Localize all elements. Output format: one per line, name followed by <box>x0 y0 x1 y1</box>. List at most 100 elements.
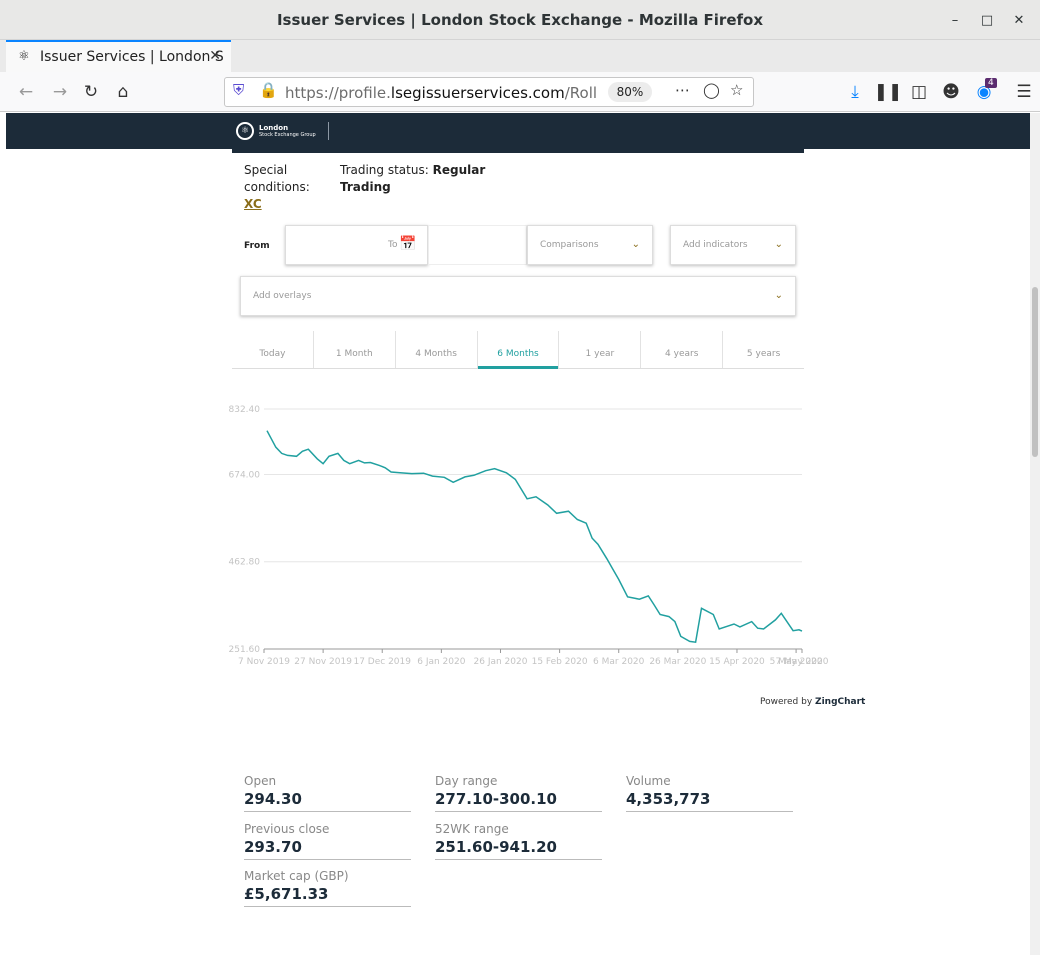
overlays-label: Add overlays <box>253 291 312 301</box>
period-tab-today[interactable]: Today <box>232 331 314 368</box>
lseg-header: ⚛ London Stock Exchange Group <box>6 113 1030 149</box>
window-titlebar: Issuer Services | London Stock Exchange … <box>0 0 1040 40</box>
scrollbar-thumb[interactable] <box>1032 287 1038 457</box>
stat-previous-close: Previous close 293.70 <box>244 821 411 860</box>
y-tick-label: 832.40 <box>229 405 261 415</box>
x-tick-label: 26 Mar 2020 <box>649 657 706 667</box>
menu-icon[interactable]: ☰ <box>1012 80 1036 104</box>
close-window-button[interactable]: ✕ <box>1006 10 1032 30</box>
downloads-icon[interactable]: ⤓ <box>843 80 867 104</box>
library-icon[interactable]: ❚❚ <box>874 80 903 104</box>
stat-volume: Volume 4,353,773 <box>626 773 793 812</box>
stat-label: Volume <box>626 774 671 788</box>
period-tab-4-months[interactable]: 4 Months <box>396 331 478 368</box>
tab-title: Issuer Services | London S <box>40 49 224 65</box>
zingchart-brand[interactable]: ZingChart <box>815 697 865 707</box>
tab-bar: ⚛ Issuer Services | London S ✕ <box>0 40 1040 72</box>
home-icon[interactable]: ⌂ <box>111 80 135 104</box>
back-icon[interactable]: ← <box>14 80 38 104</box>
notification-badge: 4 <box>985 78 997 88</box>
bookmark-star-icon[interactable]: ☆ <box>730 81 743 99</box>
special-conditions-link[interactable]: XC <box>244 197 262 211</box>
powered-by[interactable]: Powered by ZingChart <box>760 697 865 707</box>
x-tick-label: 6 Jan 2020 <box>417 657 465 667</box>
stat-label: Open <box>244 774 277 788</box>
x-tick-label: 15 Apr 2020 <box>709 657 765 667</box>
account-icon[interactable]: ☻ <box>939 80 963 104</box>
stat-label: Day range <box>435 774 498 788</box>
stat-value: 251.60-941.20 <box>435 838 557 856</box>
maximize-button[interactable]: □ <box>974 10 1000 30</box>
x-tick-label: 17 Dec 2019 <box>353 657 411 667</box>
lseg-crest-icon: ⚛ <box>236 122 254 140</box>
x-tick-label: 15 Feb 2020 <box>532 657 588 667</box>
indicators-label: Add indicators <box>683 240 748 250</box>
special-conditions-label: Special conditions: <box>244 163 310 194</box>
stat-day-range: Day range 277.10-300.10 <box>435 773 602 812</box>
period-tab-1-month[interactable]: 1 Month <box>314 331 396 368</box>
trading-status-value-2: Trading <box>340 180 391 194</box>
page-viewport: ⚛ London Stock Exchange Group Special co… <box>0 113 1030 955</box>
to-date-input[interactable] <box>428 225 527 265</box>
lock-icon[interactable]: 🔒 <box>259 81 278 99</box>
comparisons-label: Comparisons <box>540 240 599 250</box>
logo-line1: London <box>259 123 289 132</box>
chevron-down-icon: ⌄ <box>631 239 640 250</box>
tab-close-icon[interactable]: ✕ <box>209 48 221 64</box>
stat-value: 294.30 <box>244 790 302 808</box>
trading-status-value: Regular <box>432 163 486 177</box>
y-tick-label: 251.60 <box>229 645 261 655</box>
stat-market-cap-gbp: Market cap (GBP) £5,671.33 <box>244 868 411 907</box>
logo-line2: Stock Exchange Group <box>259 131 316 138</box>
stat-52wk-range: 52WK range 251.60-941.20 <box>435 821 602 860</box>
comparisons-select[interactable]: Comparisons ⌄ <box>527 225 653 265</box>
browser-tab[interactable]: ⚛ Issuer Services | London S ✕ <box>6 40 231 72</box>
stat-value: £5,671.33 <box>244 885 329 903</box>
minimize-button[interactable]: – <box>942 10 968 30</box>
x-tick-label: 7 Nov 2019 <box>238 657 290 667</box>
trading-status: Trading status: Regular Trading <box>340 162 485 196</box>
powered-by-text: Powered by <box>760 697 813 707</box>
forward-icon[interactable]: → <box>48 80 72 104</box>
url-text[interactable]: https://profile.lsegissuerservices.com/R… <box>285 84 597 102</box>
lseg-logo[interactable]: ⚛ London Stock Exchange Group <box>236 122 329 140</box>
period-tab-6-months[interactable]: 6 Months <box>477 331 560 369</box>
stat-open: Open 294.30 <box>244 773 411 812</box>
chevron-down-icon: ⌄ <box>774 290 783 301</box>
y-tick-label: 462.80 <box>229 558 261 568</box>
price-series-line <box>266 430 803 644</box>
period-tab-5-years[interactable]: 5 years <box>723 331 804 368</box>
to-label: To <box>388 240 398 250</box>
window-title: Issuer Services | London Stock Exchange … <box>276 10 764 29</box>
reload-icon[interactable]: ↻ <box>79 80 103 104</box>
stat-value: 4,353,773 <box>626 790 711 808</box>
stat-value: 277.10-300.10 <box>435 790 557 808</box>
calendar-icon[interactable]: 📅 <box>399 236 416 252</box>
sidebar-icon[interactable]: ◫ <box>907 80 931 104</box>
x-tick-label: 7 May 2020 <box>776 657 829 667</box>
overlays-select[interactable]: Add overlays ⌄ <box>240 276 796 316</box>
chevron-down-icon: ⌄ <box>774 239 783 250</box>
from-date-input[interactable]: To 📅 <box>285 225 428 265</box>
page-scrollbar[interactable] <box>1030 113 1040 955</box>
pocket-icon[interactable]: ◯ <box>703 81 720 99</box>
stat-value: 293.70 <box>244 838 302 856</box>
x-tick-label: 27 Nov 2019 <box>294 657 352 667</box>
zoom-indicator[interactable]: 80% <box>608 82 652 102</box>
price-chart: 832.40 674.00 462.80 251.60 7 Nov 2019 27 Nov… <box>229 405 829 667</box>
special-conditions: Special conditions: XC <box>244 162 324 213</box>
stat-label: Previous close <box>244 822 330 836</box>
indicators-select[interactable]: Add indicators ⌄ <box>670 225 796 265</box>
period-tab-1-year[interactable]: 1 year <box>559 331 642 368</box>
from-label: From <box>244 241 270 251</box>
page-actions-icon[interactable]: ⋯ <box>675 81 690 99</box>
y-tick-label: 674.00 <box>229 470 261 480</box>
lseg-favicon-icon: ⚛ <box>18 49 30 64</box>
tracking-protection-icon[interactable]: ⛨ <box>233 81 244 99</box>
stat-label: Market cap (GBP) <box>244 869 349 883</box>
stat-label: 52WK range <box>435 822 509 836</box>
url-bar[interactable]: ⛨ 🔒 https://profile.lsegissuerservices.c… <box>224 77 754 107</box>
navigation-toolbar: ← → ↻ ⌂ ⛨ 🔒 https://profile.lsegissuerse… <box>0 72 1040 112</box>
period-tab-4-years[interactable]: 4 years <box>641 331 724 368</box>
period-tabs: Today 1 Month 4 Months 6 Months 1 year 4 year… <box>232 331 804 369</box>
